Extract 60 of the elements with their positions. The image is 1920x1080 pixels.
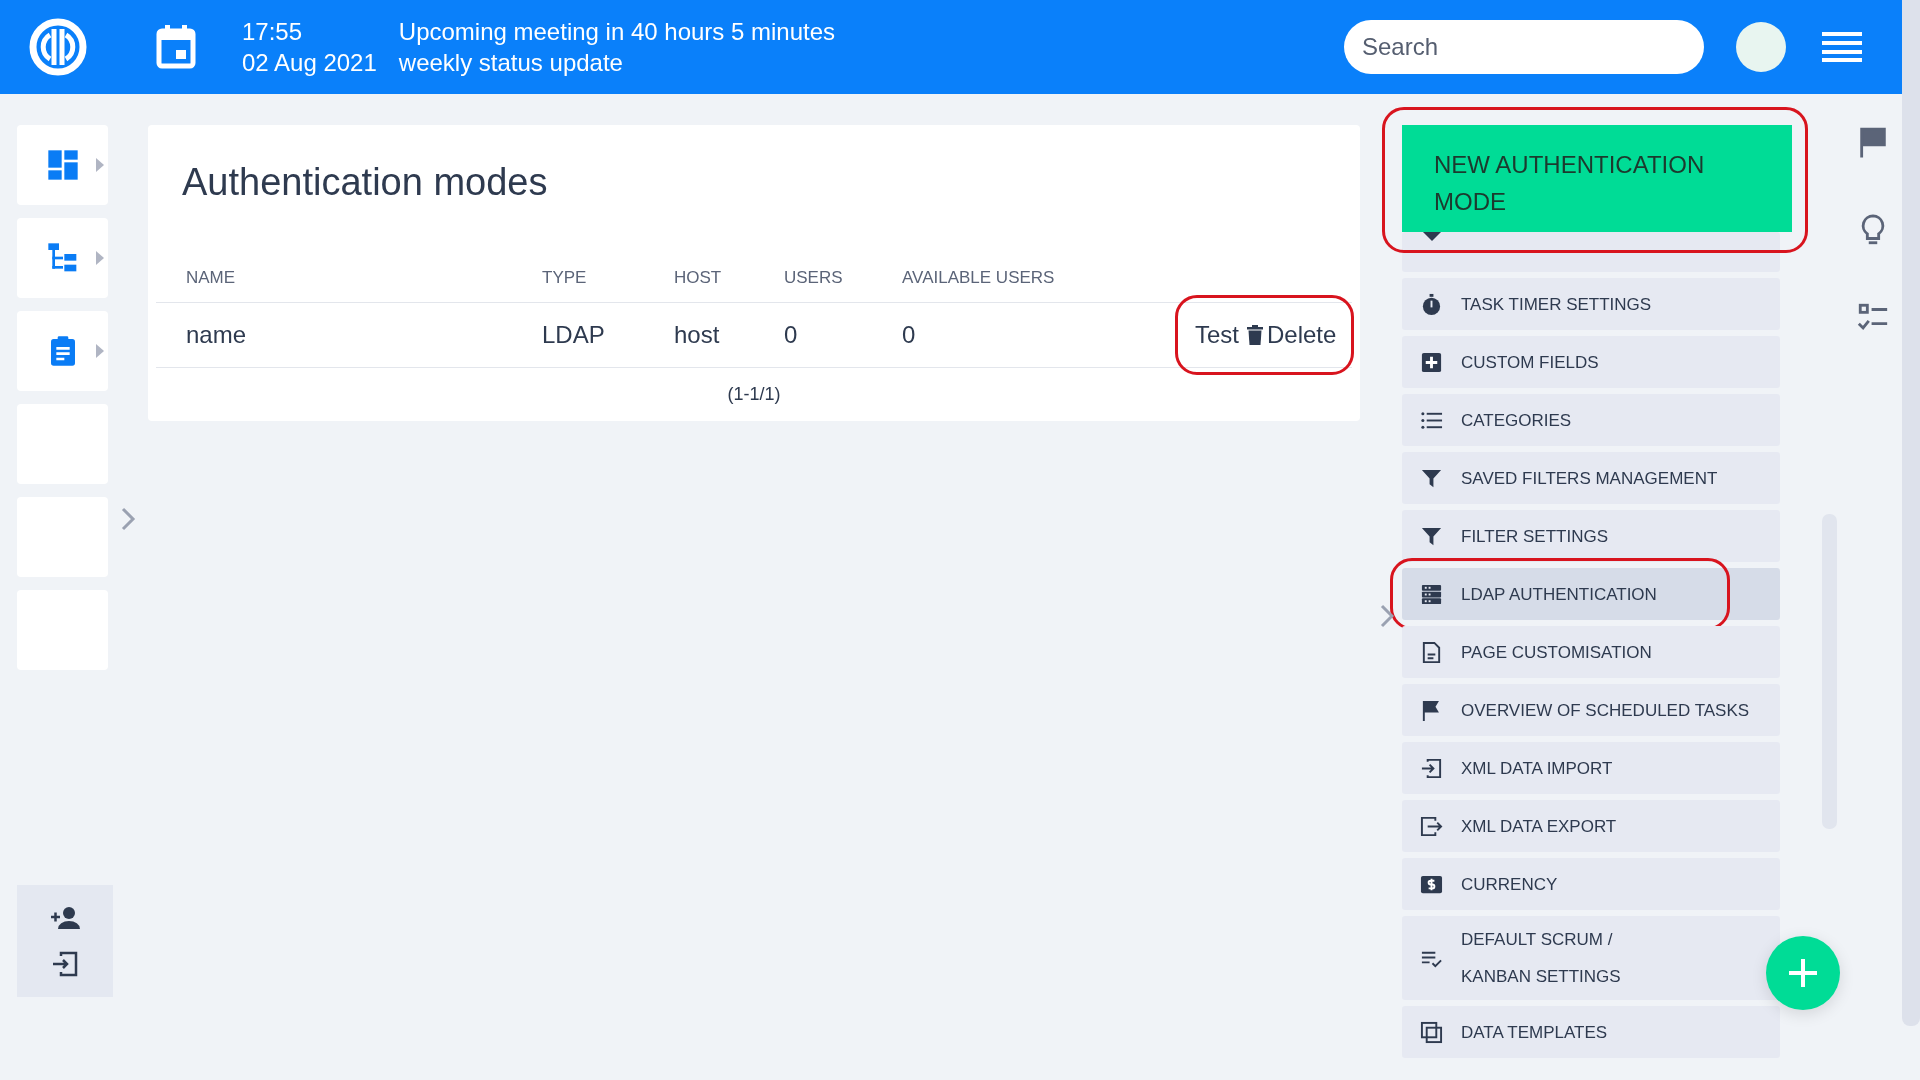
- table-cell: name: [156, 302, 512, 368]
- plus-square-icon: [1420, 350, 1443, 374]
- pagination-text: (1-1/1): [726, 383, 782, 406]
- new-authentication-mode-button[interactable]: NEW AUTHENTICATION MODE: [1402, 125, 1792, 232]
- add-user-icon[interactable]: [50, 905, 80, 931]
- caret-icon[interactable]: [96, 344, 104, 358]
- login-icon[interactable]: [50, 951, 80, 977]
- menu-icon[interactable]: [1822, 32, 1862, 62]
- menu-item[interactable]: XML DATA EXPORT: [1402, 800, 1780, 852]
- column-header: USERS: [754, 268, 872, 303]
- column-header: HOST: [644, 268, 754, 303]
- plus-icon: [1787, 957, 1819, 989]
- page-title: Authentication modes: [182, 161, 549, 204]
- menu-item[interactable]: XML DATA IMPORT: [1402, 742, 1780, 794]
- table-cell: LDAP: [512, 302, 644, 368]
- meeting-time: 17:55: [242, 17, 304, 47]
- column-header: NAME: [156, 268, 512, 303]
- table-cell: host: [644, 302, 754, 368]
- caret-icon[interactable]: [96, 158, 104, 172]
- table-cell: 0: [754, 302, 872, 368]
- import-icon: [1420, 756, 1443, 780]
- menu-item[interactable]: LDAP AUTHENTICATION: [1402, 568, 1780, 620]
- server-icon: [1420, 582, 1443, 606]
- menu-item[interactable]: CURRENCY: [1402, 858, 1780, 910]
- caret-icon[interactable]: [96, 251, 104, 265]
- meeting-date: 02 Aug 2021: [242, 48, 377, 78]
- chevron-icon[interactable]: [120, 506, 136, 532]
- menu-item[interactable]: TASK TIMER SETTINGS: [1402, 278, 1780, 330]
- test-link[interactable]: Test: [1194, 321, 1239, 349]
- hierarchy-icon: [46, 242, 79, 274]
- meeting-title[interactable]: weekly status update: [398, 47, 836, 78]
- menu-item[interactable]: SAVED FILTERS MANAGEMENT: [1402, 452, 1780, 504]
- menu-item[interactable]: CATEGORIES: [1402, 394, 1780, 446]
- sidebar-card[interactable]: [17, 311, 108, 391]
- chevron-icon[interactable]: [1380, 604, 1394, 628]
- menu-item[interactable]: [1402, 232, 1780, 272]
- stopwatch-icon: [1420, 292, 1443, 316]
- menu-item[interactable]: PAGE CUSTOMISATION: [1402, 626, 1780, 678]
- avatar[interactable]: [1736, 22, 1786, 72]
- menu-item[interactable]: CUSTOM FIELDS: [1402, 336, 1780, 388]
- column-header: AVAILABLE USERS: [872, 268, 1065, 303]
- table-cell: 0: [872, 302, 1065, 368]
- menu-item[interactable]: FILTER SETTINGS: [1402, 510, 1780, 562]
- document-icon: [1420, 640, 1443, 664]
- logo-icon[interactable]: [28, 17, 88, 77]
- search-field[interactable]: Search: [1344, 20, 1704, 74]
- scrollbar[interactable]: [1902, 0, 1920, 1026]
- dashboard-icon: [46, 149, 79, 181]
- trash-icon: [1246, 325, 1263, 345]
- export-icon: [1420, 814, 1443, 838]
- column-header: TYPE: [512, 268, 644, 303]
- sidebar-card[interactable]: [17, 218, 108, 298]
- menu-item[interactable]: DEFAULT SCRUM / KANBAN SETTINGS: [1402, 916, 1780, 1000]
- menu-item[interactable]: OVERVIEW OF SCHEDULED TASKS: [1402, 684, 1780, 736]
- sidebar-card[interactable]: [17, 125, 108, 205]
- menu-item[interactable]: DATA TEMPLATES: [1402, 1006, 1780, 1058]
- meeting-notice[interactable]: Upcoming meeting in 40 hours 5 minutes: [398, 16, 836, 47]
- delete-link[interactable]: Delete: [1246, 321, 1337, 349]
- copy-icon: [1420, 1020, 1443, 1044]
- calendar-icon[interactable]: [156, 25, 196, 69]
